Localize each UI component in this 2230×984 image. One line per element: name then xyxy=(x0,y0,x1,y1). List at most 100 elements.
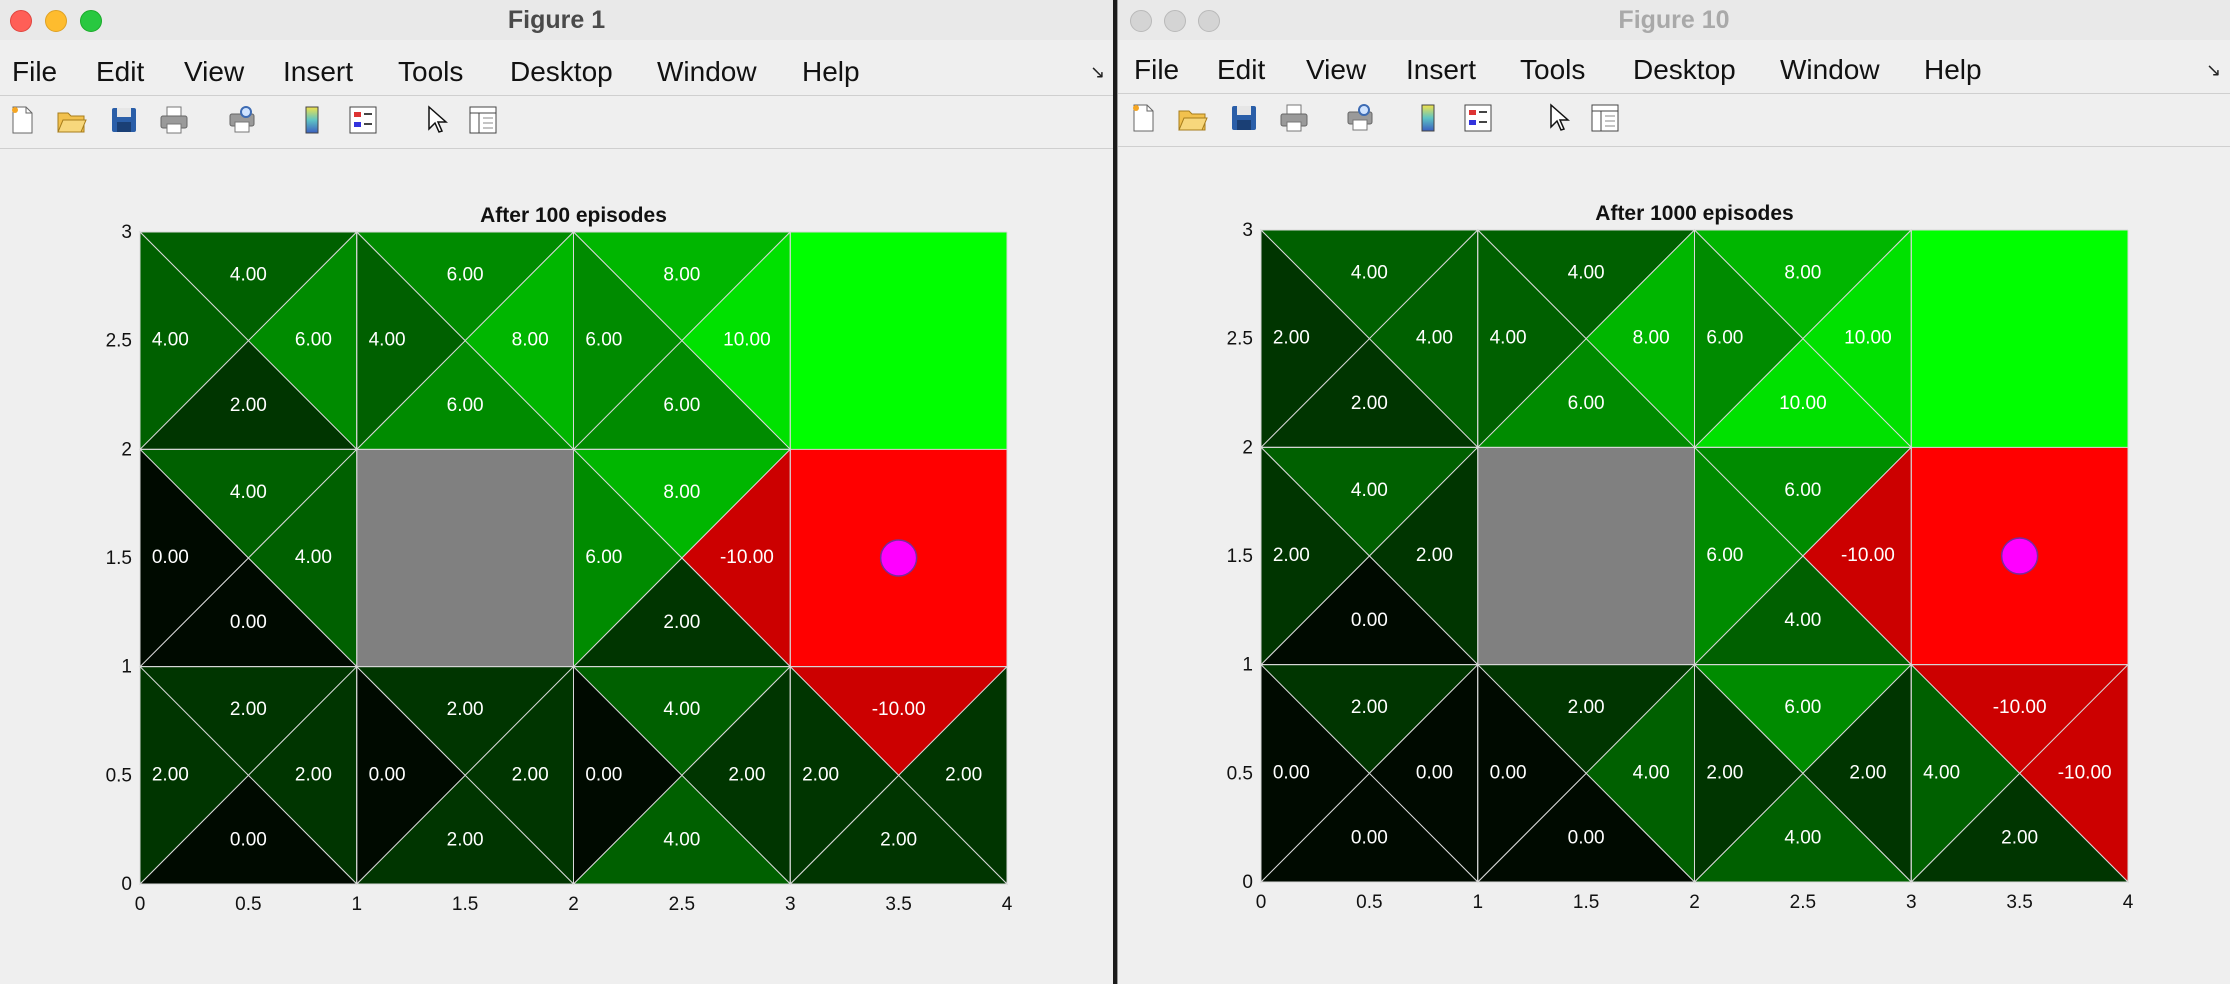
open-file-icon[interactable] xyxy=(55,104,87,136)
q-value-label: 2.00 xyxy=(663,612,700,633)
menu-insert[interactable]: Insert xyxy=(283,56,353,88)
agent-marker xyxy=(2000,537,2039,575)
plot-title: After 100 episodes xyxy=(480,204,667,227)
goal-cell xyxy=(790,232,1007,450)
q-value-label: 8.00 xyxy=(663,264,700,285)
q-value-label: 2.00 xyxy=(1849,762,1886,783)
menu-view[interactable]: View xyxy=(184,56,244,88)
y-tick-label: 3 xyxy=(1242,220,1253,241)
new-figure-icon[interactable] xyxy=(6,104,38,136)
figure-window-10: Figure 10 File Edit View Insert Tools De… xyxy=(1117,0,2230,984)
menu-insert[interactable]: Insert xyxy=(1406,54,1476,86)
colorbar-icon[interactable] xyxy=(296,104,328,136)
colorbar-icon[interactable] xyxy=(1412,102,1444,134)
q-value-label: 8.00 xyxy=(512,330,549,351)
q-value-label: 6.00 xyxy=(1706,545,1743,566)
q-value-label: 2.00 xyxy=(1351,393,1388,414)
dock-arrow-icon[interactable]: ↘ xyxy=(1090,62,1105,83)
q-value-label: 2.00 xyxy=(1273,545,1310,566)
new-figure-icon[interactable] xyxy=(1127,102,1159,134)
open-file-icon[interactable] xyxy=(1176,102,1208,134)
menu-view[interactable]: View xyxy=(1306,54,1366,86)
x-tick-label: 2 xyxy=(1689,892,1700,908)
toolbar xyxy=(0,100,1113,144)
q-value-label: -10.00 xyxy=(1993,697,2047,718)
q-value-label: 4.00 xyxy=(1633,762,1670,783)
x-tick-label: 1.5 xyxy=(1573,892,1599,908)
q-value-label: 0.00 xyxy=(1490,762,1527,783)
q-value-label: 6.00 xyxy=(1568,393,1605,414)
y-tick-label: 0.5 xyxy=(106,765,132,786)
x-tick-label: 3 xyxy=(1906,892,1917,908)
menu-window[interactable]: Window xyxy=(1780,54,1880,86)
x-tick-label: 2.5 xyxy=(669,894,695,910)
agent-marker xyxy=(879,539,918,577)
q-value-label: 4.00 xyxy=(1490,328,1527,349)
q-value-label: 4.00 xyxy=(663,830,700,851)
menu-help[interactable]: Help xyxy=(802,56,860,88)
q-value-label: 2.00 xyxy=(1568,697,1605,718)
goal-cell xyxy=(1911,230,2128,448)
q-value-label: -10.00 xyxy=(1841,545,1895,566)
x-tick-label: 0.5 xyxy=(235,894,261,910)
y-tick-label: 1.5 xyxy=(1227,546,1253,567)
menu-divider xyxy=(0,95,1113,96)
menu-file[interactable]: File xyxy=(12,56,57,88)
property-editor-icon[interactable] xyxy=(1589,102,1621,134)
menu-desktop[interactable]: Desktop xyxy=(1633,54,1736,86)
menu-help[interactable]: Help xyxy=(1924,54,1982,86)
menu-edit[interactable]: Edit xyxy=(96,56,144,88)
q-value-label: 6.00 xyxy=(585,547,622,568)
toolbar xyxy=(1118,98,2230,142)
legend-icon[interactable] xyxy=(1462,102,1494,134)
legend-icon[interactable] xyxy=(347,104,379,136)
menu-desktop[interactable]: Desktop xyxy=(510,56,613,88)
menu-file[interactable]: File xyxy=(1134,54,1179,86)
menu-edit[interactable]: Edit xyxy=(1217,54,1265,86)
q-value-label: 0.00 xyxy=(1351,828,1388,849)
x-tick-label: 0.5 xyxy=(1356,892,1382,908)
print-icon[interactable] xyxy=(158,104,190,136)
q-value-label: 0.00 xyxy=(1416,762,1453,783)
q-value-label: 2.00 xyxy=(1273,328,1310,349)
property-editor-icon[interactable] xyxy=(467,104,499,136)
q-value-label: 4.00 xyxy=(230,264,267,285)
pointer-icon[interactable] xyxy=(1542,102,1574,134)
wall-cell xyxy=(356,449,574,667)
y-tick-label: 1 xyxy=(121,657,132,678)
print-preview-icon[interactable] xyxy=(226,104,258,136)
y-tick-label: 2.5 xyxy=(106,331,132,352)
print-icon[interactable] xyxy=(1278,102,1310,134)
pointer-icon[interactable] xyxy=(420,104,452,136)
q-value-label: 0.00 xyxy=(1273,762,1310,783)
q-value-label: 2.00 xyxy=(152,764,189,785)
q-value-label: 4.00 xyxy=(1784,828,1821,849)
save-icon[interactable] xyxy=(1228,102,1260,134)
y-tick-label: 0 xyxy=(1242,872,1253,893)
x-tick-label: 0 xyxy=(135,894,146,910)
wall-cell xyxy=(1477,447,1695,665)
print-preview-icon[interactable] xyxy=(1344,102,1376,134)
q-value-label: 6.00 xyxy=(1784,480,1821,501)
menu-window[interactable]: Window xyxy=(657,56,757,88)
q-value-label: 6.00 xyxy=(585,330,622,351)
toolbar-divider xyxy=(0,148,1113,149)
q-value-label: -10.00 xyxy=(2058,762,2112,783)
q-value-label: 8.00 xyxy=(663,482,700,503)
q-value-label: 6.00 xyxy=(663,395,700,416)
q-value-label: -10.00 xyxy=(872,699,926,720)
y-tick-label: 0 xyxy=(121,874,132,895)
dock-arrow-icon[interactable]: ↘ xyxy=(2206,60,2221,81)
title-bar: Figure 10 xyxy=(1118,0,2230,40)
x-tick-label: 3 xyxy=(785,894,796,910)
menu-bar: File Edit View Insert Tools Desktop Wind… xyxy=(1118,50,2230,90)
menu-tools[interactable]: Tools xyxy=(1520,54,1585,86)
save-icon[interactable] xyxy=(108,104,140,136)
q-value-label: 0.00 xyxy=(585,764,622,785)
q-value-label: 0.00 xyxy=(230,830,267,851)
q-value-label: 2.00 xyxy=(512,764,549,785)
q-value-label: 4.00 xyxy=(369,330,406,351)
y-tick-label: 0.5 xyxy=(1227,763,1253,784)
menu-bar: File Edit View Insert Tools Desktop Wind… xyxy=(0,52,1113,92)
menu-tools[interactable]: Tools xyxy=(398,56,463,88)
